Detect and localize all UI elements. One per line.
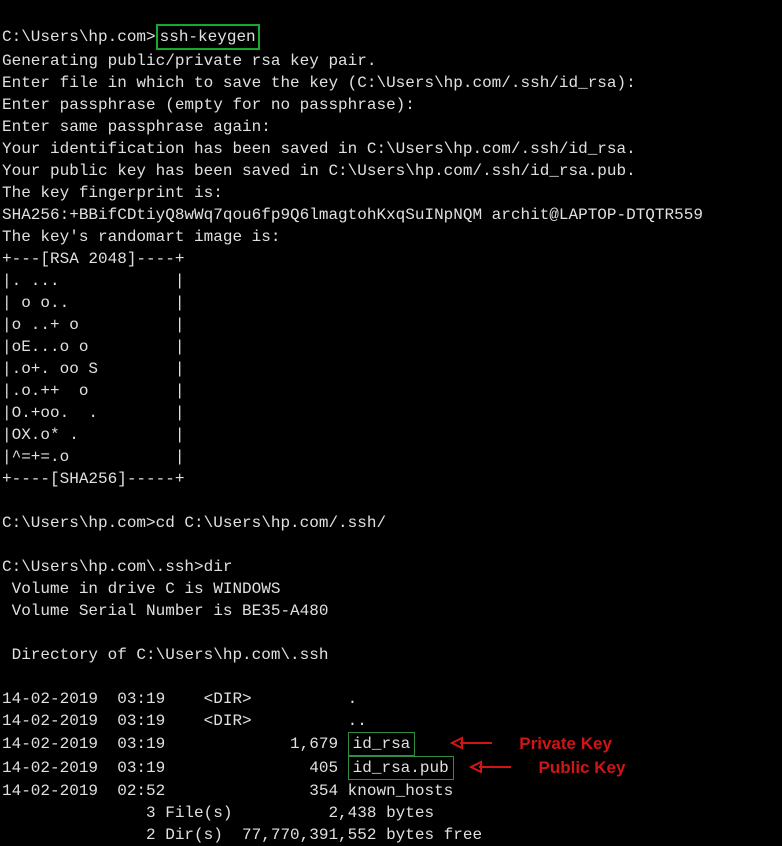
output-line: Directory of C:\Users\hp.com\.ssh (2, 646, 328, 664)
randomart-line: +----[SHA256]-----+ (2, 470, 184, 488)
prompt: C:\Users\hp.com\.ssh> (2, 558, 204, 576)
command-text: dir (204, 558, 233, 576)
randomart-line: |OX.o* . | (2, 426, 184, 444)
output-line: The key's randomart image is: (2, 228, 280, 246)
randomart-line: |O.+oo. . | (2, 404, 184, 422)
output-line: Enter same passphrase again: (2, 118, 271, 136)
output-line: Enter file in which to save the key (C:\… (2, 74, 636, 92)
output-line: Volume in drive C is WINDOWS (2, 580, 280, 598)
randomart-line: |^=+=.o | (2, 448, 184, 466)
output-line: SHA256:+BBifCDtiyQ8wWq7qou6fp9Q6lmagtohK… (2, 206, 703, 224)
arrow-left-icon (469, 760, 513, 774)
output-line: Volume Serial Number is BE35-A480 (2, 602, 328, 620)
randomart-line: |oE...o o | (2, 338, 184, 356)
public-key-label: Public Key (538, 757, 625, 779)
prompt: C:\Users\hp.com> (2, 28, 156, 46)
dir-listing-line: 14-02-2019 03:19 <DIR> . (2, 690, 357, 708)
dir-listing-line: 14-02-2019 03:19 1,679 (2, 735, 348, 753)
output-line: Your public key has been saved in C:\Use… (2, 162, 636, 180)
randomart-line: +---[RSA 2048]----+ (2, 250, 184, 268)
terminal-output: C:\Users\hp.com>ssh-keygen Generating pu… (0, 0, 782, 846)
output-line: Generating public/private rsa key pair. (2, 52, 376, 70)
randomart-line: |.o.++ o | (2, 382, 184, 400)
output-line: Your identification has been saved in C:… (2, 140, 636, 158)
randomart-line: |o ..+ o | (2, 316, 184, 334)
dir-listing-line: 14-02-2019 03:19 <DIR> .. (2, 712, 367, 730)
prompt: C:\Users\hp.com> (2, 514, 156, 532)
randomart-line: |.o+. oo S | (2, 360, 184, 378)
command-text: cd C:\Users\hp.com/.ssh/ (156, 514, 386, 532)
output-line: 3 File(s) 2,438 bytes (2, 804, 434, 822)
output-line: The key fingerprint is: (2, 184, 223, 202)
randomart-line: |. ... | (2, 272, 184, 290)
dir-listing-line: 14-02-2019 03:19 405 (2, 759, 348, 777)
output-line: 2 Dir(s) 77,770,391,552 bytes free (2, 826, 482, 844)
highlight-command-1: ssh-keygen (156, 24, 260, 50)
randomart-line: | o o.. | (2, 294, 184, 312)
dir-listing-line: 14-02-2019 02:52 354 known_hosts (2, 782, 453, 800)
arrow-left-icon (450, 736, 494, 750)
highlight-public-key-file: id_rsa.pub (348, 756, 454, 780)
highlight-private-key-file: id_rsa (348, 732, 416, 756)
private-key-label: Private Key (519, 733, 612, 755)
output-line: Enter passphrase (empty for no passphras… (2, 96, 415, 114)
